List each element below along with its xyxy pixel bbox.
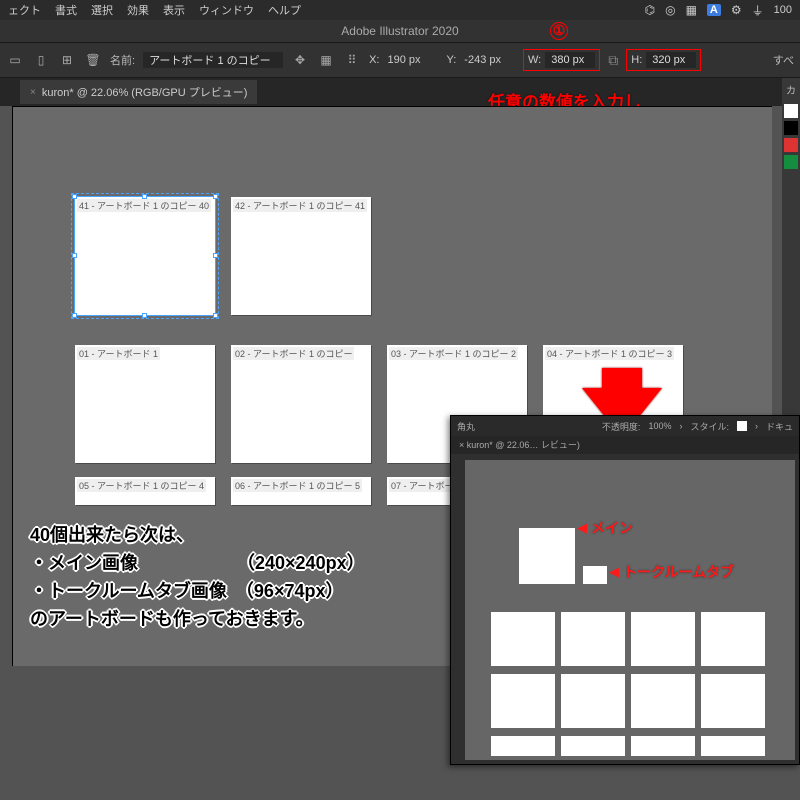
document-tab[interactable]: × kuron* @ 22.06% (RGB/GPU プレビュー) [20, 80, 257, 104]
artboard-01[interactable]: 01 - アートボード 1 [75, 345, 215, 463]
inset-grid-artboard[interactable] [701, 736, 765, 756]
h-label: H: [631, 54, 642, 66]
landscape-icon[interactable]: ▭ [6, 51, 24, 69]
new-artboard-icon[interactable]: ⊞ [58, 51, 76, 69]
inset-grid-artboard[interactable] [631, 612, 695, 666]
inset-style-label: スタイル: [690, 420, 729, 433]
inset-artboard-main[interactable] [519, 528, 575, 584]
inset-grid-artboard[interactable] [491, 736, 555, 756]
inset-grid-artboard[interactable] [701, 674, 765, 728]
app-titlebar: Adobe Illustrator 2020 ① [0, 20, 800, 42]
menu-item[interactable]: ェクト [8, 2, 41, 18]
inset-grid-artboard[interactable] [701, 612, 765, 666]
callout-number-1: ① [550, 22, 568, 40]
grid-icon[interactable]: ▦ [686, 3, 697, 17]
artboard-41[interactable]: 41 - アートボード 1 のコピー 40 [75, 197, 215, 315]
inset-window: 角丸 不透明度: 100% › スタイル: › ドキュ × kuron* @ 2… [450, 415, 800, 765]
artboard-label: 04 - アートボード 1 のコピー 3 [545, 347, 674, 360]
x-label: X: [369, 54, 379, 66]
artboard-label: 02 - アートボード 1 のコピー [233, 347, 354, 360]
inset-doc-label: ドキュ [766, 420, 793, 433]
artboard-label: 42 - アートボード 1 のコピー 41 [233, 199, 367, 212]
width-input[interactable] [545, 52, 595, 68]
inset-opacity-value[interactable]: 100% [648, 421, 671, 431]
inset-style-swatch[interactable] [737, 421, 747, 431]
menu-item[interactable]: 書式 [55, 2, 77, 18]
y-value[interactable]: -243 px [464, 54, 501, 66]
menu-item[interactable]: 効果 [127, 2, 149, 18]
link-wh-icon[interactable]: ⧉ [608, 52, 618, 69]
inset-grid-artboard[interactable] [561, 736, 625, 756]
document-tab-label: kuron* @ 22.06% (RGB/GPU プレビュー) [42, 84, 248, 100]
artboard-label: 06 - アートボード 1 のコピー 5 [233, 479, 362, 492]
creative-cloud-icon[interactable]: ◎ [665, 3, 675, 17]
inset-canvas[interactable]: ◀ メイン ◀ トークルームタブ [465, 460, 795, 760]
inset-artboard-talk[interactable] [583, 566, 607, 584]
ctrlbar-overflow: すべ [773, 52, 794, 68]
inset-label-talk: トークルームタブ [623, 562, 734, 582]
wifi-icon[interactable]: ⏚ [752, 2, 764, 19]
inset-opacity-label: 不透明度: [602, 420, 641, 433]
settings-icon[interactable]: ⚙ [731, 3, 742, 17]
inset-grid-artboard[interactable] [631, 736, 695, 756]
artboard-label: 41 - アートボード 1 のコピー 40 [77, 199, 211, 212]
artboard-label: 03 - アートボード 1 のコピー 2 [389, 347, 518, 360]
menubar-status: ⌬ ◎ ▦ A ⚙ ⏚ 100 [645, 2, 792, 19]
right-panel-header: カ [782, 78, 800, 101]
height-box: H: [626, 49, 701, 71]
menu-item[interactable]: ヘルプ [268, 2, 301, 18]
artboard-06[interactable]: 06 - アートボード 1 のコピー 5 [231, 477, 371, 505]
artboard-05[interactable]: 05 - アートボード 1 のコピー 4 [75, 477, 215, 505]
inset-label-main: メイン [591, 518, 633, 538]
menubar-menus: ェクト 書式 選択 効果 表示 ウィンドウ ヘルプ [8, 2, 301, 18]
options-icon[interactable]: ⠿ [343, 51, 361, 69]
artboard-label: 01 - アートボード 1 [77, 347, 160, 360]
w-label: W: [528, 54, 541, 66]
artboard-control-bar: ▭ ▯ ⊞ 🗑 名前: ✥ ▦ ⠿ X: 190 px Y: -243 px W… [0, 42, 800, 78]
battery-percent: 100 [774, 4, 792, 16]
inset-control-bar: 角丸 不透明度: 100% › スタイル: › ドキュ [451, 416, 799, 436]
swatch-white[interactable] [784, 104, 798, 118]
inset-grid-artboard[interactable] [631, 674, 695, 728]
move-with-artboard-icon[interactable]: ✥ [291, 51, 309, 69]
menu-item[interactable]: 表示 [163, 2, 185, 18]
swatch-red[interactable] [784, 138, 798, 152]
reference-point-icon[interactable]: ▦ [317, 51, 335, 69]
height-input[interactable] [646, 52, 696, 68]
mac-menubar: ェクト 書式 選択 効果 表示 ウィンドウ ヘルプ ⌬ ◎ ▦ A ⚙ ⏚ 10… [0, 0, 800, 20]
delete-artboard-icon[interactable]: 🗑 [84, 51, 102, 69]
artboard-name-input[interactable] [143, 52, 283, 68]
x-value[interactable]: 190 px [387, 54, 420, 66]
triangle-left-icon: ◀ [609, 564, 619, 580]
annotation-black-text: 40個出来たら次は、 ・メイン画像 （240×240px） ・トークルームタブ画… [30, 522, 365, 634]
inset-round-label: 角丸 [457, 420, 475, 433]
triangle-left-icon: ◀ [577, 520, 587, 536]
app-a-icon[interactable]: A [707, 4, 721, 16]
inset-grid-artboard[interactable] [491, 674, 555, 728]
dropbox-icon[interactable]: ⌬ [645, 3, 655, 17]
inset-grid-artboard[interactable] [561, 612, 625, 666]
app-title: Adobe Illustrator 2020 [341, 24, 458, 38]
swatch-black[interactable] [784, 121, 798, 135]
inset-grid-artboard[interactable] [491, 612, 555, 666]
y-label: Y: [447, 54, 457, 66]
artboard-02[interactable]: 02 - アートボード 1 のコピー [231, 345, 371, 463]
close-tab-icon[interactable]: × [30, 87, 36, 98]
swatch-green[interactable] [784, 155, 798, 169]
inset-doc-tab[interactable]: × kuron* @ 22.06… レビュー) [451, 436, 799, 454]
artboard-42[interactable]: 42 - アートボード 1 のコピー 41 [231, 197, 371, 315]
inset-grid-artboard[interactable] [561, 674, 625, 728]
menu-item[interactable]: 選択 [91, 2, 113, 18]
artboard-label: 05 - アートボード 1 のコピー 4 [77, 479, 206, 492]
width-box: W: [523, 49, 600, 71]
menu-item[interactable]: ウィンドウ [199, 2, 254, 18]
name-label: 名前: [110, 52, 135, 68]
portrait-icon[interactable]: ▯ [32, 51, 50, 69]
